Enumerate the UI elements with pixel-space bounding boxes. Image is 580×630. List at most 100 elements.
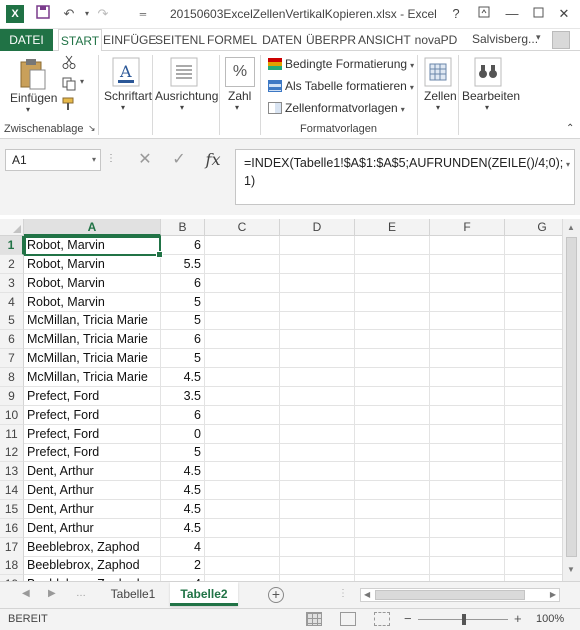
tab-formulas[interactable]: FORMEL <box>206 29 258 51</box>
avatar[interactable] <box>552 31 570 49</box>
number-button[interactable]: Zahl <box>228 89 251 103</box>
empty-cell[interactable] <box>280 292 355 312</box>
cell-name[interactable]: Prefect, Ford <box>24 386 161 406</box>
cells-icon[interactable] <box>424 57 454 87</box>
copy-dropdown-icon[interactable]: ▾ <box>80 77 84 86</box>
cell-name[interactable]: McMillan, Tricia Marie <box>24 349 161 369</box>
empty-cell[interactable] <box>505 274 562 293</box>
empty-cell[interactable] <box>205 405 280 425</box>
empty-cell[interactable] <box>430 349 505 369</box>
cell-grade[interactable]: 2 <box>161 556 205 576</box>
format-as-table-button[interactable]: Als Tabelle formatieren ▾ <box>268 79 414 93</box>
empty-cell[interactable] <box>355 330 430 350</box>
cell-grade[interactable]: 5 <box>161 349 205 369</box>
cell-grade[interactable]: 4 <box>161 537 205 557</box>
empty-cell[interactable] <box>205 330 280 350</box>
tab-data[interactable]: DATEN <box>260 29 304 51</box>
name-box-dropdown-icon[interactable]: ▾ <box>92 150 96 170</box>
row-header[interactable]: 18 <box>0 556 24 576</box>
tab-review[interactable]: ÜBERPR <box>306 29 356 51</box>
empty-cell[interactable] <box>280 349 355 369</box>
column-header-g[interactable]: G <box>505 219 562 236</box>
empty-cell[interactable] <box>430 367 505 387</box>
empty-cell[interactable] <box>355 518 430 538</box>
empty-cell[interactable] <box>430 443 505 463</box>
cell-grade[interactable]: 3.5 <box>161 386 205 406</box>
column-header-e[interactable]: E <box>355 219 430 236</box>
number-dropdown-icon[interactable]: ▾ <box>235 103 239 112</box>
empty-cell[interactable] <box>280 367 355 387</box>
scroll-up-icon[interactable]: ▲ <box>567 223 575 232</box>
cancel-icon[interactable]: ✕ <box>132 149 158 171</box>
tab-file[interactable]: DATEI <box>0 29 53 51</box>
clipboard-launcher-icon[interactable]: ↘ <box>88 123 96 134</box>
tab-view[interactable]: ANSICHT <box>358 29 411 51</box>
empty-cell[interactable] <box>205 462 280 482</box>
cell-grade[interactable]: 6 <box>161 330 205 350</box>
row-header[interactable]: 4 <box>0 292 24 312</box>
redo-icon[interactable]: ↷ <box>94 5 112 23</box>
cell-name[interactable]: McMillan, Tricia Marie <box>24 311 161 331</box>
alignment-dropdown-icon[interactable]: ▾ <box>180 103 184 112</box>
empty-cell[interactable] <box>355 499 430 519</box>
column-header-d[interactable]: D <box>280 219 355 236</box>
cell-name[interactable]: Prefect, Ford <box>24 443 161 463</box>
empty-cell[interactable] <box>430 330 505 350</box>
select-all-corner[interactable] <box>0 219 24 236</box>
empty-cell[interactable] <box>355 236 430 255</box>
row-header[interactable]: 2 <box>0 254 24 274</box>
empty-cell[interactable] <box>280 405 355 425</box>
empty-cell[interactable] <box>355 254 430 274</box>
empty-cell[interactable] <box>205 499 280 519</box>
cells-dropdown-icon[interactable]: ▾ <box>436 103 440 112</box>
vertical-scrollbar[interactable]: ▲ ▼ <box>562 219 580 581</box>
cell-name[interactable]: Robot, Marvin <box>24 292 161 312</box>
customize-quick-access-icon[interactable]: ═ <box>134 5 152 23</box>
row-header[interactable]: 16 <box>0 518 24 538</box>
empty-cell[interactable] <box>280 311 355 331</box>
add-sheet-icon[interactable]: + <box>268 587 284 603</box>
empty-cell[interactable] <box>355 537 430 557</box>
empty-cell[interactable] <box>430 311 505 331</box>
empty-cell[interactable] <box>205 292 280 312</box>
cell-name[interactable]: Dent, Arthur <box>24 462 161 482</box>
zoom-out-icon[interactable]: − <box>404 611 412 626</box>
empty-cell[interactable] <box>505 349 562 369</box>
empty-cell[interactable] <box>355 556 430 576</box>
empty-cell[interactable] <box>205 349 280 369</box>
row-header[interactable]: 17 <box>0 537 24 557</box>
cell-name[interactable]: Robot, Marvin <box>24 254 161 274</box>
empty-cell[interactable] <box>280 499 355 519</box>
paste-icon[interactable] <box>18 57 48 90</box>
scroll-right-icon[interactable]: ▶ <box>550 590 556 599</box>
empty-cell[interactable] <box>430 462 505 482</box>
cell-grade[interactable]: 4.5 <box>161 367 205 387</box>
sheet-tab-tabelle1[interactable]: Tabelle1 <box>96 582 170 606</box>
cell-grade[interactable]: 5 <box>161 292 205 312</box>
empty-cell[interactable] <box>355 349 430 369</box>
empty-cell[interactable] <box>205 311 280 331</box>
empty-cell[interactable] <box>205 367 280 387</box>
insert-function-icon[interactable]: fx <box>200 149 226 171</box>
empty-cell[interactable] <box>430 556 505 576</box>
empty-cell[interactable] <box>430 518 505 538</box>
cell-name[interactable]: McMillan, Tricia Marie <box>24 330 161 350</box>
cell-grade[interactable]: 6 <box>161 236 205 255</box>
tab-page-layout[interactable]: SEITENL <box>155 29 205 51</box>
sheet-more-icon[interactable]: … <box>76 588 86 599</box>
empty-cell[interactable] <box>430 424 505 444</box>
page-layout-view-icon[interactable] <box>340 612 356 626</box>
empty-cell[interactable] <box>355 273 430 293</box>
empty-cell[interactable] <box>205 273 280 293</box>
empty-cell[interactable] <box>280 462 355 482</box>
alignment-icon[interactable] <box>170 57 200 87</box>
empty-cell[interactable] <box>280 254 355 274</box>
row-header[interactable]: 15 <box>0 499 24 519</box>
empty-cell[interactable] <box>430 405 505 425</box>
font-button[interactable]: Schriftart <box>104 89 152 103</box>
editing-dropdown-icon[interactable]: ▾ <box>485 103 489 112</box>
ribbon-display-options-icon[interactable] <box>472 3 496 25</box>
horizontal-scrollbar[interactable]: ◀ ▶ <box>360 588 560 602</box>
empty-cell[interactable] <box>205 518 280 538</box>
editing-button[interactable]: Bearbeiten <box>462 89 520 103</box>
